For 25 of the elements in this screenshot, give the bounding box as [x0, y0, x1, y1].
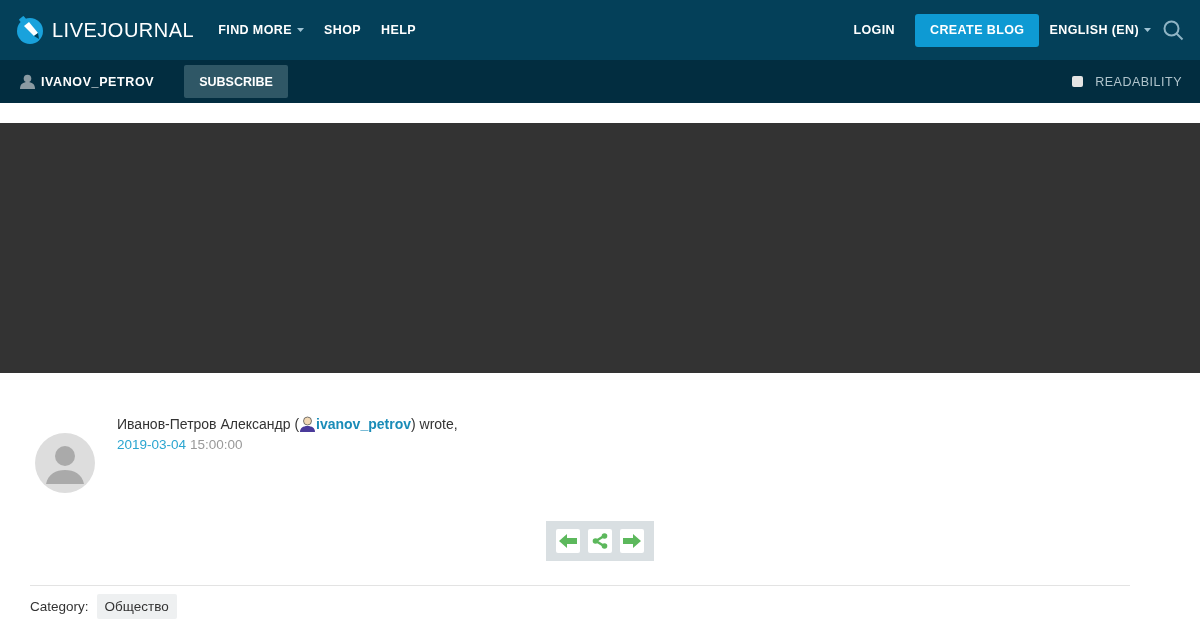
wrote-text: ) wrote, — [411, 416, 458, 432]
post-time: 15:00:00 — [190, 437, 243, 452]
right-arrow-icon — [623, 534, 641, 548]
avatar-placeholder — [33, 432, 96, 494]
nav-link[interactable]: FIND MORE — [218, 23, 304, 37]
readability-label: READABILITY — [1095, 74, 1182, 89]
login-link[interactable]: LOGIN — [853, 23, 895, 37]
readability-checkbox[interactable] — [1072, 76, 1084, 87]
pencil-logo-icon[interactable] — [16, 16, 44, 44]
user-link[interactable]: ivanov_petrov — [316, 416, 411, 432]
left-arrow-icon — [559, 534, 577, 548]
category-tag[interactable]: Общество — [96, 594, 177, 619]
user-icon — [299, 416, 317, 432]
user-icon — [20, 74, 35, 89]
share-icon — [592, 533, 608, 549]
nav-link[interactable]: HELP — [381, 23, 416, 37]
subscribe-button[interactable]: SUBSCRIBE — [184, 65, 288, 98]
site-logo[interactable]: LIVEJOURNAL — [52, 18, 195, 42]
nav-link[interactable]: SHOP — [323, 23, 361, 37]
author-name: Иванов-Петров Александр ( — [117, 416, 300, 432]
search-icon[interactable] — [1163, 19, 1184, 41]
username-link[interactable]: IVANOV_PETROV — [41, 74, 155, 89]
language-selector[interactable]: ENGLISH (EN) — [1049, 23, 1151, 37]
caret-icon — [1144, 28, 1151, 32]
category-label: Category: — [30, 599, 89, 614]
